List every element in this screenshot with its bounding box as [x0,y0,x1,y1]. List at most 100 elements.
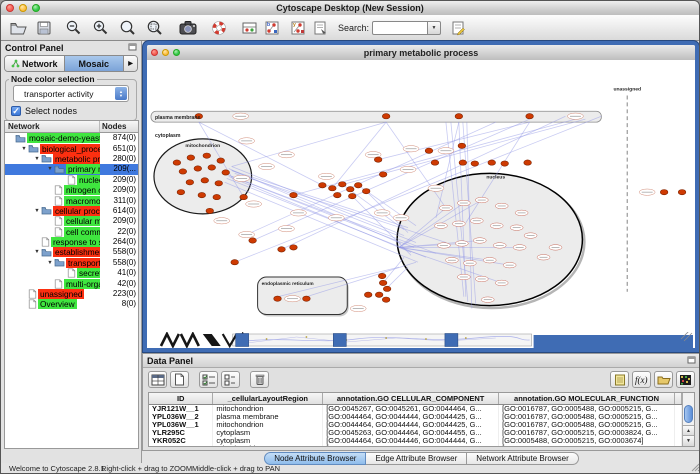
delete-attribute-button[interactable] [250,371,269,388]
twisty-icon[interactable]: ▼ [33,154,41,164]
tab-mosaic[interactable]: Mosaic [65,56,125,71]
table-cell[interactable]: [GO:0045267, GO:0045261, GO:0044464, G..… [323,405,499,414]
node[interactable] [334,192,342,197]
node[interactable] [382,297,390,302]
network-tree-item[interactable]: ▼biological_process651(0) [5,143,138,153]
scrollbar-thumb[interactable] [684,405,693,423]
twisty-icon[interactable]: ▼ [20,144,28,154]
network-tree-item[interactable]: multi-organism pro42(0) [5,278,138,288]
attribute-batch-button[interactable] [610,371,629,388]
import-attributes-button[interactable] [654,371,673,388]
node[interactable] [290,245,298,250]
node-attribute-table[interactable]: ID_cellularLayoutRegionannotation.GO CEL… [149,393,682,447]
node[interactable] [203,153,211,158]
node[interactable] [458,143,466,148]
node[interactable] [187,155,195,160]
table-cell[interactable]: [GO:0044464, GO:0044444, GO:0044425, G..… [323,421,499,429]
network-tree-item[interactable]: ▼establishment of lo558(0) [5,247,138,257]
network-tree-item[interactable]: response to stimulu264(0) [5,237,138,247]
table-cell[interactable]: [GO:0016787, GO:0005488, GO:0005215, G..… [499,445,675,447]
edge[interactable] [232,122,386,166]
node[interactable] [319,183,327,188]
node[interactable] [526,114,534,119]
node[interactable] [501,161,509,166]
node[interactable] [215,181,223,186]
node[interactable] [455,114,463,119]
edge[interactable] [225,182,418,262]
node[interactable] [431,160,439,165]
node[interactable] [208,165,216,170]
tab-overflow-button[interactable]: ▶ [124,56,137,71]
node[interactable] [231,260,239,265]
window-titlebar[interactable]: Cytoscape Desktop (New Session) [1,1,699,16]
node[interactable] [378,273,386,278]
edge[interactable] [232,170,408,227]
snapshot-button[interactable] [177,17,199,39]
node[interactable] [240,194,248,199]
network-tree-item[interactable]: macromolecule311(0) [5,195,138,205]
network-tree-item[interactable]: ▼transport558(0) [5,258,138,268]
tree-column-network[interactable]: Network [5,121,100,132]
node[interactable] [660,190,668,195]
table-row[interactable]: YKR052Ccytoplasm[GO:0044464, GO:0044446,… [149,437,682,445]
float-panel-icon[interactable] [128,43,137,53]
node[interactable] [186,180,194,185]
node[interactable] [194,166,202,171]
search-config-button[interactable] [447,17,469,39]
node[interactable] [213,194,221,199]
table-column-header[interactable]: annotation.GO CELLULAR_COMPONENT [323,393,499,405]
filter-button[interactable]: y [286,17,308,39]
node[interactable] [374,157,382,162]
select-attributes-button[interactable] [199,371,218,388]
node[interactable] [303,296,311,301]
attribute-table-button[interactable] [148,371,167,388]
table-column-header[interactable]: annotation.GO MOLECULAR_FUNCTION [499,393,675,405]
node[interactable] [278,247,286,252]
table-cell[interactable]: YPL036W__1 [149,421,213,429]
table-cell[interactable]: plasma membrane [213,413,323,421]
network-tree-item[interactable]: nucleobase-c209(0) [5,175,138,185]
node-color-dropdown[interactable]: transporter activity ▲▼ [13,85,129,102]
node[interactable] [177,190,185,195]
node[interactable] [201,178,209,183]
node[interactable] [362,189,370,194]
search-input[interactable] [372,21,428,35]
table-column-header[interactable]: _cellularLayoutRegion [213,393,323,405]
annotation-button[interactable] [311,17,329,39]
search-dropdown-button[interactable]: ▼ [428,21,441,35]
node[interactable] [379,172,387,177]
node[interactable] [459,160,467,165]
unselect-attributes-button[interactable] [221,371,240,388]
resize-grip-icon[interactable] [691,463,700,472]
table-cell[interactable]: [GO:0016787, GO:0005488, GO:0005215, G..… [499,421,675,429]
table-cell[interactable]: mitochondrion [213,445,323,447]
twisty-icon[interactable]: ▼ [46,164,54,174]
node[interactable] [179,169,187,174]
open-session-button[interactable] [7,17,29,39]
formula-builder-button[interactable]: f(x) [632,371,651,388]
network-tree-item[interactable]: Overview8(0) [5,299,138,309]
tab-network[interactable]: Network [5,56,65,71]
node[interactable] [375,292,383,297]
node[interactable] [348,193,356,198]
scroll-down-button[interactable]: ▼ [683,435,694,446]
zoom-selected-button[interactable] [144,17,166,39]
node[interactable] [339,182,347,187]
node[interactable] [364,292,372,297]
table-cell[interactable]: [GO:0044464, GO:0044444, GO:0044425, G..… [323,413,499,421]
table-cell[interactable]: [GO:0016787, GO:0005488, GO:0005215, G..… [499,405,675,414]
node[interactable] [471,161,479,166]
network-graph[interactable]: plasma membranecytoplasmmitochondrionnuc… [147,60,695,348]
float-panel-icon[interactable] [687,356,696,366]
table-cell[interactable]: [GO:0044464, GO:0044446, GO:0044444, G..… [323,437,499,445]
vizmapper-button[interactable]: b [260,17,282,39]
zoom-fit-button[interactable] [117,17,139,39]
node[interactable] [217,158,225,163]
node[interactable] [678,190,686,195]
table-cell[interactable]: mitochondrion [213,421,323,429]
network-tree-item[interactable]: cellular metabol209(0) [5,216,138,226]
node[interactable] [488,160,496,165]
table-cell[interactable]: YJR121W__1 [149,405,213,414]
node[interactable] [346,187,354,192]
node[interactable] [329,186,337,191]
